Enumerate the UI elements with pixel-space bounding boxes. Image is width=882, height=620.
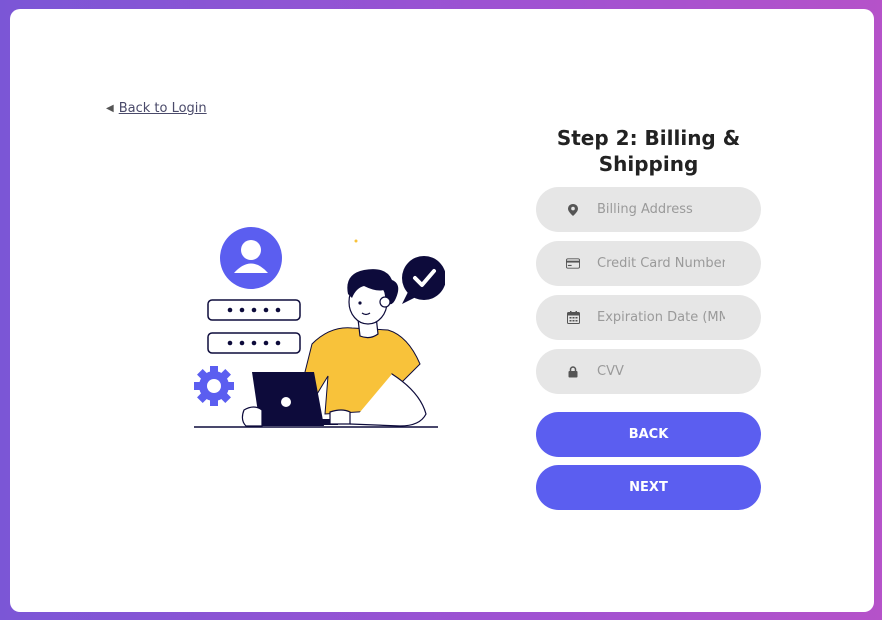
next-button[interactable]: NEXT <box>536 465 761 510</box>
calendar-icon <box>566 311 580 325</box>
credit-card-input[interactable] <box>597 256 725 271</box>
billing-address-field[interactable] <box>536 187 761 232</box>
login-illustration <box>194 227 445 428</box>
expiration-date-field[interactable] <box>536 295 761 340</box>
signup-card: ◀ Back to Login Step 2: Billing & Shippi… <box>10 9 874 612</box>
location-pin-icon <box>566 203 580 217</box>
password-field-illustration <box>207 299 301 354</box>
billing-form: Step 2: Billing & Shipping BACK <box>536 125 761 510</box>
lock-icon <box>566 365 580 379</box>
back-to-login-link[interactable]: ◀ Back to Login <box>106 101 207 116</box>
back-button[interactable]: BACK <box>536 412 761 457</box>
check-bubble-icon <box>402 256 445 304</box>
cvv-field[interactable] <box>536 349 761 394</box>
back-arrow-icon: ◀ <box>106 103 114 114</box>
user-avatar-icon <box>220 227 282 289</box>
back-to-login-label[interactable]: Back to Login <box>119 101 207 116</box>
form-title: Step 2: Billing & Shipping <box>556 126 741 176</box>
credit-card-icon <box>566 257 580 271</box>
cvv-input[interactable] <box>597 364 725 379</box>
credit-card-field[interactable] <box>536 241 761 286</box>
expiration-date-input[interactable] <box>597 310 725 325</box>
gear-icon <box>194 366 234 406</box>
billing-address-input[interactable] <box>597 202 725 217</box>
